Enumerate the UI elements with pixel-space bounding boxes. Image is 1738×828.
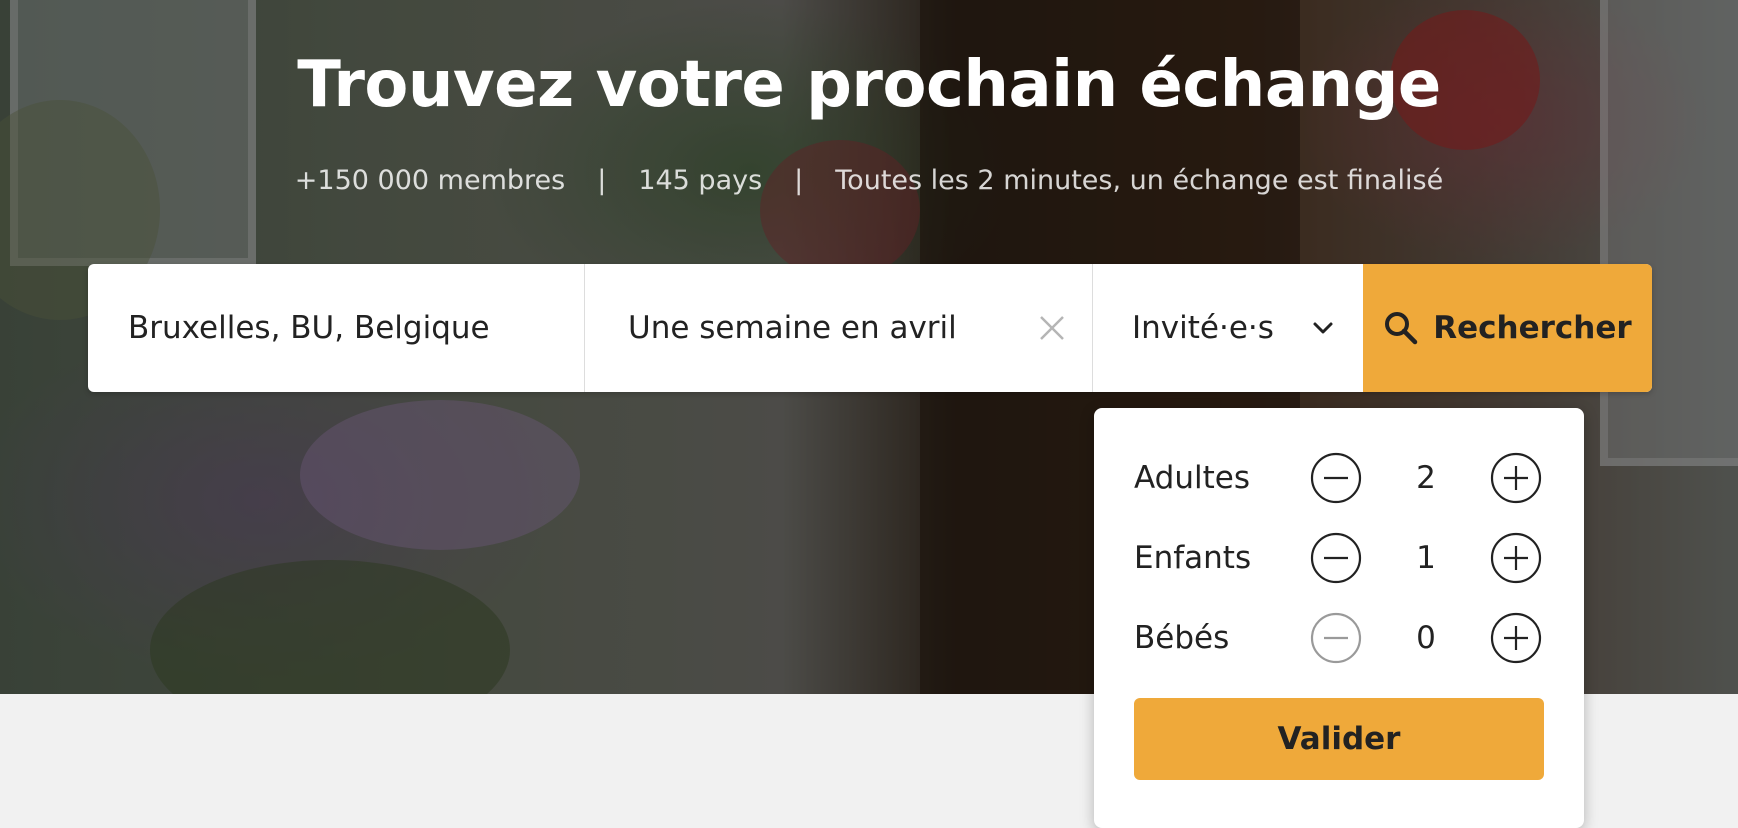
page-title: Trouvez votre prochain échange <box>297 48 1441 122</box>
dates-field[interactable]: Une semaine en avril <box>585 264 1093 392</box>
guests-label: Invité·e·s <box>1132 310 1274 346</box>
guest-count: 2 <box>1416 460 1436 496</box>
guest-row-children: Enfants 1 <box>1134 530 1544 586</box>
plus-circle-icon[interactable] <box>1490 532 1542 584</box>
hero-stats: +150 000 membres | 145 pays | Toutes les 2 m… <box>0 165 1738 196</box>
search-bar: Bruxelles, BU, Belgique Une semaine en a… <box>88 264 1652 392</box>
location-value: Bruxelles, BU, Belgique <box>128 310 490 346</box>
guest-count: 1 <box>1416 540 1436 576</box>
plus-circle-icon[interactable] <box>1490 612 1542 664</box>
guest-row-label: Bébés <box>1134 620 1230 656</box>
close-icon[interactable] <box>1038 314 1066 342</box>
stat-exchange-rate: Toutes les 2 minutes, un échange est fin… <box>835 165 1444 196</box>
guest-row-adults: Adultes 2 <box>1134 450 1544 506</box>
chevron-down-icon <box>1313 322 1333 334</box>
location-field[interactable]: Bruxelles, BU, Belgique <box>88 264 585 392</box>
guests-dropdown[interactable]: Invité·e·s <box>1093 264 1363 392</box>
search-button[interactable]: Rechercher <box>1363 264 1652 392</box>
guest-row-babies: Bébés 0 <box>1134 610 1544 666</box>
dates-value: Une semaine en avril <box>628 310 957 346</box>
stat-countries: 145 pays <box>638 165 763 196</box>
search-button-label: Rechercher <box>1433 310 1632 346</box>
stat-separator: | <box>597 165 607 196</box>
minus-circle-icon[interactable] <box>1310 452 1362 504</box>
minus-circle-icon[interactable] <box>1310 612 1362 664</box>
guest-count: 0 <box>1416 620 1436 656</box>
stat-members: +150 000 membres <box>294 165 566 196</box>
guest-row-label: Adultes <box>1134 460 1250 496</box>
validate-button[interactable]: Valider <box>1134 698 1544 780</box>
guest-row-label: Enfants <box>1134 540 1252 576</box>
minus-circle-icon[interactable] <box>1310 532 1362 584</box>
search-icon <box>1385 312 1418 345</box>
stat-separator: | <box>794 165 804 196</box>
guests-popover: Adultes 2 Enfants 1 Bébés 0 Valider <box>1094 408 1584 828</box>
plus-circle-icon[interactable] <box>1490 452 1542 504</box>
